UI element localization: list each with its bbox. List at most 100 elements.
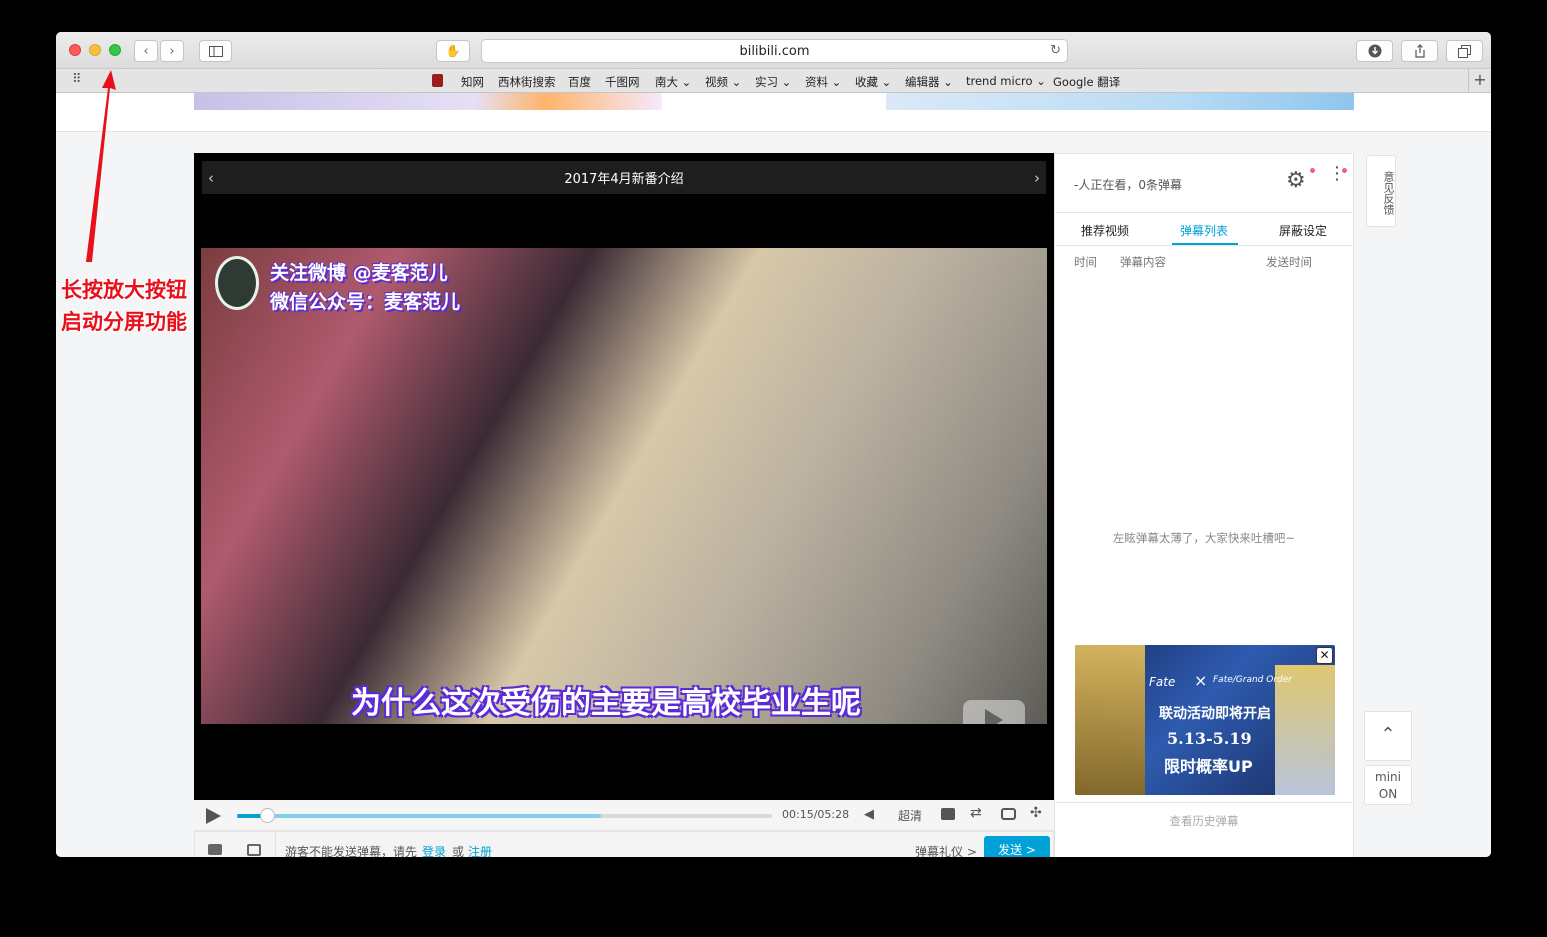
forward-button[interactable]: ›: [160, 40, 184, 62]
subtitle: 为什么这次受伤的主要是高校毕业生呢: [351, 686, 861, 721]
bookmark-favicon-icon[interactable]: [432, 74, 443, 87]
send-button[interactable]: 发送 >: [984, 836, 1050, 857]
bookmark-editor[interactable]: 编辑器 ⌄: [905, 74, 953, 90]
bookmark-baidu[interactable]: 百度: [568, 74, 591, 90]
play-icon[interactable]: [206, 808, 221, 824]
extension-button[interactable]: ✋: [436, 40, 470, 62]
close-ad-icon[interactable]: ✕: [1316, 647, 1333, 664]
divider: [275, 832, 276, 857]
time-display: 00:15/05:28: [782, 808, 850, 821]
settings-gear-icon[interactable]: ⚙: [1286, 168, 1306, 193]
loop-icon[interactable]: ⇄: [970, 805, 982, 821]
watermark-line-2: 微信公众号：麦客范儿: [270, 291, 461, 313]
back-button[interactable]: ‹: [134, 40, 158, 62]
hand-icon: ✋: [445, 44, 461, 58]
sidebar-icon: [208, 45, 223, 57]
video-frame[interactable]: 关注微博 @麦客范儿 微信公众号：麦客范儿 为什么这次受伤的主要是高校毕业生呢: [201, 248, 1047, 724]
bookmark-trendmicro[interactable]: trend micro ⌄: [966, 74, 1046, 88]
progress-bar[interactable]: [237, 808, 772, 823]
fate-dates: 5.13-5.19: [1167, 729, 1252, 748]
player-controls: 00:15/05:28 ◀ 超清 ⇄ ✣: [194, 800, 1054, 831]
chevron-right-icon: ›: [169, 43, 175, 59]
fate-rate: 限时概率UP: [1164, 757, 1253, 776]
mini-label: mini: [1375, 770, 1401, 784]
minimize-window-button[interactable]: [89, 44, 101, 56]
bookmark-internship[interactable]: 实习 ⌄: [755, 74, 791, 90]
divider: [1055, 212, 1353, 213]
zoom-window-button[interactable]: [109, 44, 121, 56]
header-strip: [56, 93, 1491, 132]
bookmark-nanda[interactable]: 南大 ⌄: [655, 74, 691, 90]
danmaku-toggle-icon[interactable]: [941, 808, 955, 820]
annotation-text-2: 启动分屏功能: [61, 310, 187, 334]
video-title: 2017年4月新番介绍: [564, 172, 684, 187]
bilibili-tv-icon[interactable]: [1001, 808, 1016, 820]
etiquette-link[interactable]: 弹幕礼仪 >: [915, 843, 977, 857]
danmaku-send-bar: 游客不能发送弹幕，请先 登录 或 注册 弹幕礼仪 > 发送 >: [194, 831, 1054, 857]
bookmark-video[interactable]: 视频 ⌄: [705, 74, 741, 90]
progress-handle[interactable]: [260, 808, 275, 823]
sidebar-toggle-button[interactable]: [199, 40, 232, 62]
tabs-icon: [1457, 44, 1471, 58]
url-text: bilibili.com: [739, 43, 810, 59]
banner-ad-left[interactable]: [194, 93, 662, 110]
new-tab-button[interactable]: +: [1468, 69, 1491, 93]
feedback-label: 意见反馈: [1382, 171, 1395, 215]
bookmark-resources[interactable]: 资料 ⌄: [805, 74, 841, 90]
fate-logo-left: Fate: [1149, 675, 1176, 689]
column-content: 弹幕内容: [1120, 255, 1166, 269]
annotation-text-1: 长按放大按钮: [61, 278, 187, 302]
register-link[interactable]: 注册: [468, 843, 492, 857]
banner-ad-right[interactable]: [886, 93, 1354, 110]
browser-toolbar: ‹ › ✋ bilibili.com ↻: [56, 32, 1491, 69]
column-send-time: 发送时间: [1266, 255, 1312, 269]
bookmark-favorites[interactable]: 收藏 ⌄: [855, 74, 891, 90]
column-time: 时间: [1074, 255, 1097, 269]
volume-icon[interactable]: ◀: [864, 807, 874, 822]
next-video-button[interactable]: ›: [1034, 169, 1040, 187]
reload-icon[interactable]: ↻: [1050, 43, 1061, 58]
prev-video-button[interactable]: ‹: [208, 169, 214, 187]
bookmark-xilin[interactable]: 西林街搜索: [498, 74, 556, 90]
history-danmaku-link[interactable]: 查看历史弹幕: [1055, 813, 1353, 829]
fate-ad-left-figure: [1075, 645, 1145, 795]
tab-recommended[interactable]: 推荐视频: [1081, 222, 1129, 239]
tabs-overview-button[interactable]: [1446, 40, 1483, 62]
feedback-button[interactable]: 意见反馈: [1366, 155, 1396, 227]
divider: [1055, 245, 1353, 246]
mini-player-toggle[interactable]: mini ON: [1364, 765, 1412, 805]
login-link[interactable]: 登录: [422, 843, 446, 857]
video-player: ‹ 2017年4月新番介绍 › 关注微博 @麦客范儿 微信公众号：麦客范儿 为什…: [194, 153, 1054, 800]
tv-play-icon[interactable]: [963, 700, 1025, 724]
empty-message: 左眩弹幕太薄了，大家快来吐槽吧~: [1112, 531, 1296, 545]
chevron-up-icon: ⌃: [1380, 724, 1396, 745]
viewer-count: -人正在看，0条弹幕: [1074, 178, 1182, 192]
tab-block-settings[interactable]: 屏蔽设定: [1279, 222, 1327, 239]
share-icon: [1414, 44, 1425, 58]
pip-icon[interactable]: [247, 844, 261, 856]
share-button[interactable]: [1401, 40, 1438, 62]
video-logo: [215, 256, 259, 310]
fate-ad[interactable]: Fate × Fate/Grand Order 联动活动即将开启 5.13-5.…: [1075, 645, 1335, 795]
downloads-button[interactable]: [1356, 40, 1393, 62]
settings-badge: [1310, 168, 1315, 173]
fate-logo-right: Fate/Grand Order: [1213, 675, 1292, 685]
or-text: 或: [452, 845, 465, 857]
chevron-left-icon: ‹: [143, 43, 149, 59]
guest-prompt: 游客不能发送弹幕，请先: [285, 845, 418, 857]
tab-danmaku-list[interactable]: 弹幕列表: [1180, 222, 1228, 239]
bookmark-zhiwang[interactable]: 知网: [461, 74, 484, 90]
playlist-title-bar: ‹ 2017年4月新番介绍 ›: [202, 161, 1046, 194]
fullscreen-icon[interactable]: ✣: [1030, 805, 1042, 821]
download-icon: [1368, 44, 1381, 58]
more-badge: [1342, 168, 1347, 173]
address-bar[interactable]: bilibili.com ↻: [481, 39, 1068, 63]
back-to-top-button[interactable]: ⌃: [1364, 711, 1412, 761]
quality-button[interactable]: 超清: [898, 807, 922, 824]
grid-icon[interactable]: ⠿: [72, 72, 82, 87]
fate-cross: ×: [1194, 671, 1208, 690]
bookmark-google-translate[interactable]: Google 翻译: [1053, 74, 1120, 90]
bookmark-qiantu[interactable]: 千图网: [605, 74, 640, 90]
close-window-button[interactable]: [69, 44, 81, 56]
comment-icon[interactable]: [208, 844, 222, 855]
